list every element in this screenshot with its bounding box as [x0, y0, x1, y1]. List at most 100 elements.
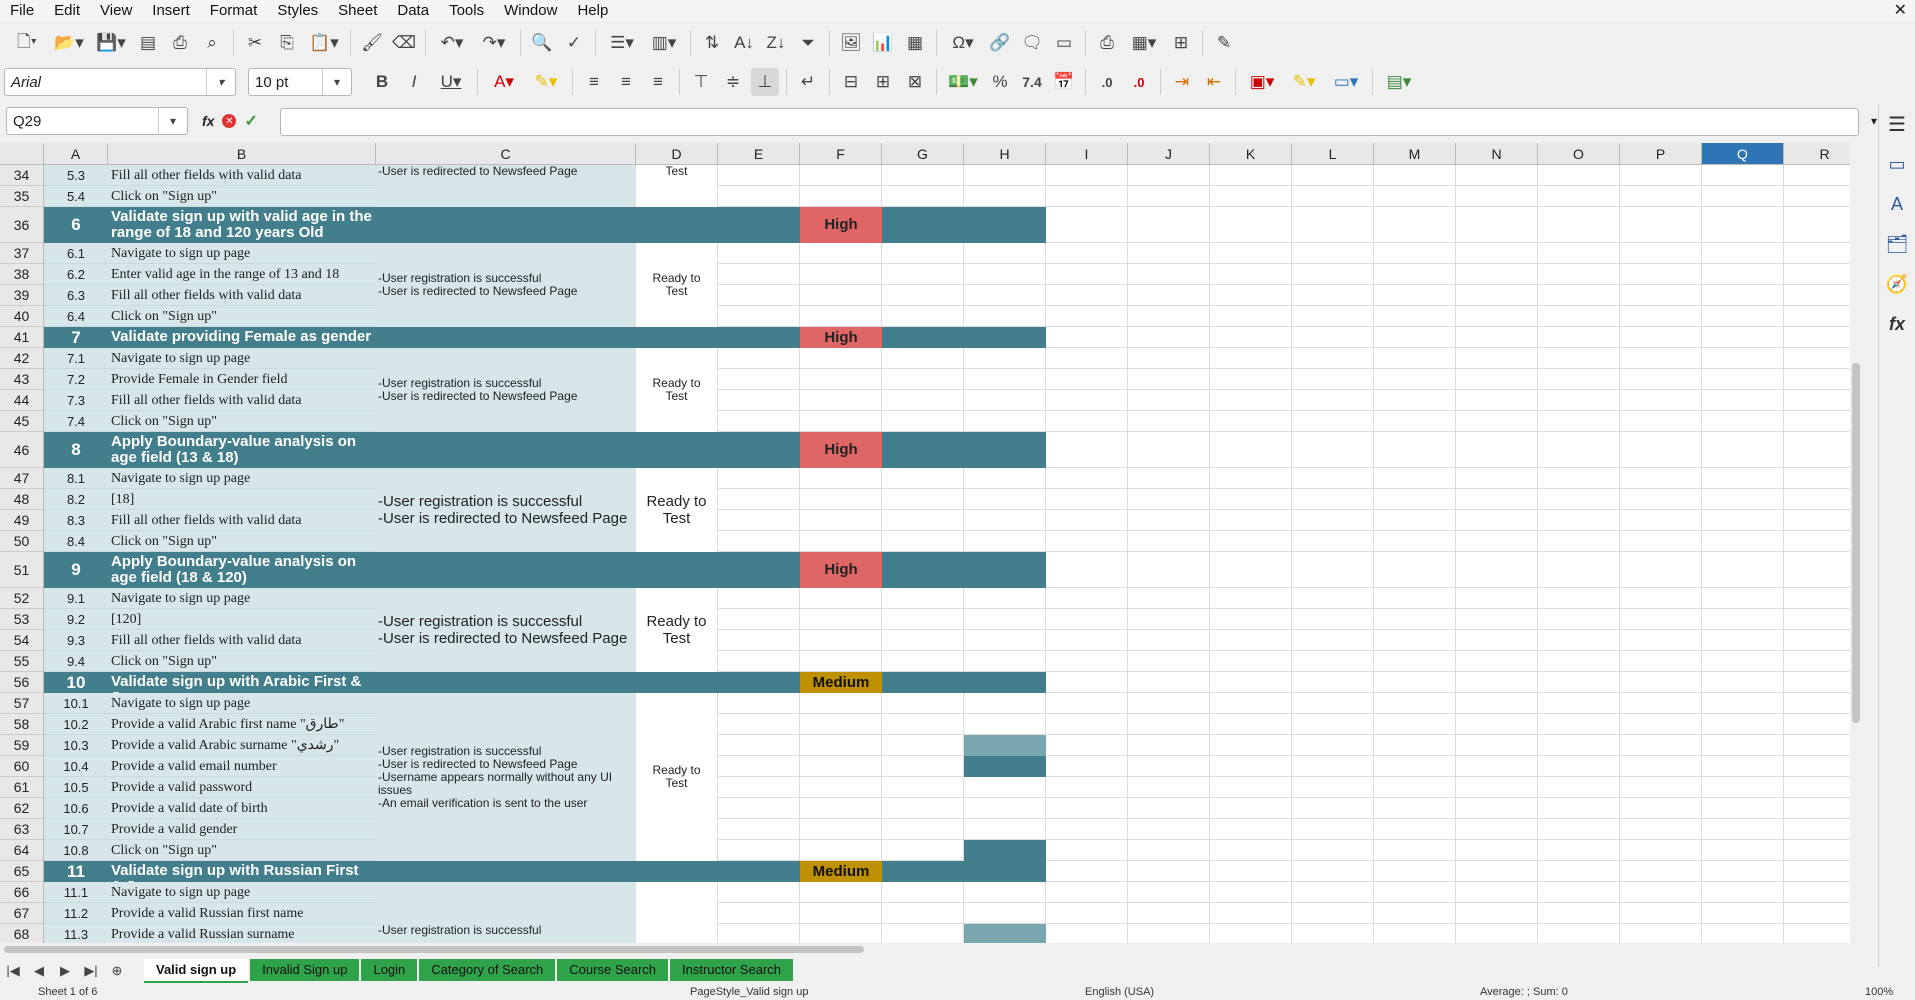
grid-cell[interactable] [718, 735, 800, 756]
expected-result[interactable]: -User is redirected to Newsfeed Page [376, 165, 636, 186]
comment-icon[interactable]: 🗨 [1018, 29, 1046, 57]
step-number[interactable]: 9.2 [44, 609, 108, 630]
grid-cell[interactable] [1456, 552, 1538, 588]
row-header-50[interactable]: 50 [0, 531, 44, 552]
grid-cell[interactable] [1620, 882, 1702, 903]
row-header-38[interactable]: 38 [0, 264, 44, 285]
grid-cell[interactable] [1046, 735, 1128, 756]
grid-cell[interactable] [1784, 840, 1850, 861]
grid-cell[interactable] [1702, 630, 1784, 651]
grid-cell[interactable] [1210, 552, 1292, 588]
step-description[interactable]: Provide a valid Arabic first name "طارق" [108, 714, 376, 735]
grid-cell[interactable] [1702, 390, 1784, 411]
grid-cell[interactable] [1702, 819, 1784, 840]
step-description[interactable]: Fill all other fields with valid data [108, 165, 376, 186]
row-header-39[interactable]: 39 [0, 285, 44, 306]
define-print-area-icon[interactable]: ⎙ [1093, 29, 1121, 57]
grid-cell[interactable] [1210, 489, 1292, 510]
grid-cell[interactable] [1374, 186, 1456, 207]
grid-cell[interactable] [1538, 348, 1620, 369]
grid-cell[interactable] [1784, 531, 1850, 552]
step-number[interactable]: 9.3 [44, 630, 108, 651]
grid-cell[interactable] [1292, 285, 1374, 306]
grid-cell[interactable] [1620, 798, 1702, 819]
currency-format-icon[interactable]: 💵▾ [944, 68, 982, 96]
grid-cell[interactable] [882, 369, 964, 390]
grid-cell[interactable] [1210, 819, 1292, 840]
grid-cell[interactable] [1292, 819, 1374, 840]
grid-cell[interactable] [718, 411, 800, 432]
grid-cell[interactable] [1374, 348, 1456, 369]
column-header-p[interactable]: P [1620, 143, 1702, 165]
navigator-icon[interactable]: 🧭 [1879, 264, 1915, 304]
grid-cell[interactable] [1620, 285, 1702, 306]
grid-cell[interactable] [1374, 432, 1456, 468]
column-header-k[interactable]: K [1210, 143, 1292, 165]
grid-cell[interactable] [1046, 285, 1128, 306]
grid-cell[interactable] [1292, 165, 1374, 186]
special-character-icon[interactable]: Ω▾ [944, 29, 982, 57]
functions-icon[interactable]: fx [1879, 304, 1915, 344]
grid-cell[interactable] [1292, 903, 1374, 924]
grid-cell[interactable] [1128, 264, 1210, 285]
font-color-icon[interactable]: A▾ [485, 68, 523, 96]
vertical-scroll-thumb[interactable] [1852, 363, 1860, 723]
step-number[interactable]: 7.1 [44, 348, 108, 369]
add-sheet-icon[interactable]: ⊕ [104, 963, 130, 979]
grid-cell[interactable] [1292, 609, 1374, 630]
grid-cell[interactable] [1210, 630, 1292, 651]
grid-cell[interactable] [718, 819, 800, 840]
grid-cell[interactable] [1046, 489, 1128, 510]
grid-cell[interactable] [1128, 186, 1210, 207]
grid-cell[interactable] [1538, 369, 1620, 390]
step-description[interactable]: Navigate to sign up page [108, 882, 376, 903]
grid-cell[interactable] [1128, 207, 1210, 243]
expected-result[interactable]: -User registration is successful -User i… [376, 348, 636, 432]
grid-cell[interactable] [1538, 390, 1620, 411]
bold-icon[interactable]: B [368, 68, 396, 96]
select-all-corner[interactable] [0, 143, 44, 165]
grid-cell[interactable] [1702, 756, 1784, 777]
grid-cell[interactable] [1784, 798, 1850, 819]
row-header-43[interactable]: 43 [0, 369, 44, 390]
row-header-66[interactable]: 66 [0, 882, 44, 903]
column-icon[interactable]: ▥▾ [645, 29, 683, 57]
step-number[interactable]: 8.1 [44, 468, 108, 489]
grid-cell[interactable] [1702, 411, 1784, 432]
grid-cell[interactable] [800, 306, 882, 327]
grid-cell[interactable] [1620, 510, 1702, 531]
grid-cell[interactable] [1456, 186, 1538, 207]
pivot-table-icon[interactable]: ▦ [901, 29, 929, 57]
grid-cell[interactable] [1538, 819, 1620, 840]
grid-cell[interactable] [718, 777, 800, 798]
grid-cell[interactable] [1456, 840, 1538, 861]
grid-cell[interactable] [1292, 777, 1374, 798]
grid-cell[interactable] [1456, 468, 1538, 489]
grid-cell[interactable] [800, 165, 882, 186]
step-number[interactable]: 6.4 [44, 306, 108, 327]
row-header-56[interactable]: 56 [0, 672, 44, 693]
grid-cell[interactable] [1292, 264, 1374, 285]
row-header-40[interactable]: 40 [0, 306, 44, 327]
grid-cell[interactable] [1538, 903, 1620, 924]
column-header-g[interactable]: G [882, 143, 964, 165]
row-header-49[interactable]: 49 [0, 510, 44, 531]
step-number[interactable]: 6.3 [44, 285, 108, 306]
grid-cell[interactable] [1292, 882, 1374, 903]
grid-cell[interactable] [1046, 798, 1128, 819]
step-number[interactable]: 10.4 [44, 756, 108, 777]
grid-cell[interactable] [882, 186, 964, 207]
grid-cell[interactable] [800, 510, 882, 531]
grid-cell[interactable] [1456, 924, 1538, 943]
grid-cell[interactable] [1620, 327, 1702, 348]
wrap-text-icon[interactable]: ↵ [794, 68, 822, 96]
grid-cell[interactable] [800, 924, 882, 943]
grid-cell[interactable] [1374, 882, 1456, 903]
grid-cell[interactable] [1046, 186, 1128, 207]
grid-cell[interactable] [800, 651, 882, 672]
grid-cell[interactable] [1620, 672, 1702, 693]
grid-cell[interactable] [1456, 411, 1538, 432]
grid-cell[interactable] [1784, 411, 1850, 432]
grid-cell[interactable] [800, 693, 882, 714]
grid-cell[interactable] [1538, 630, 1620, 651]
